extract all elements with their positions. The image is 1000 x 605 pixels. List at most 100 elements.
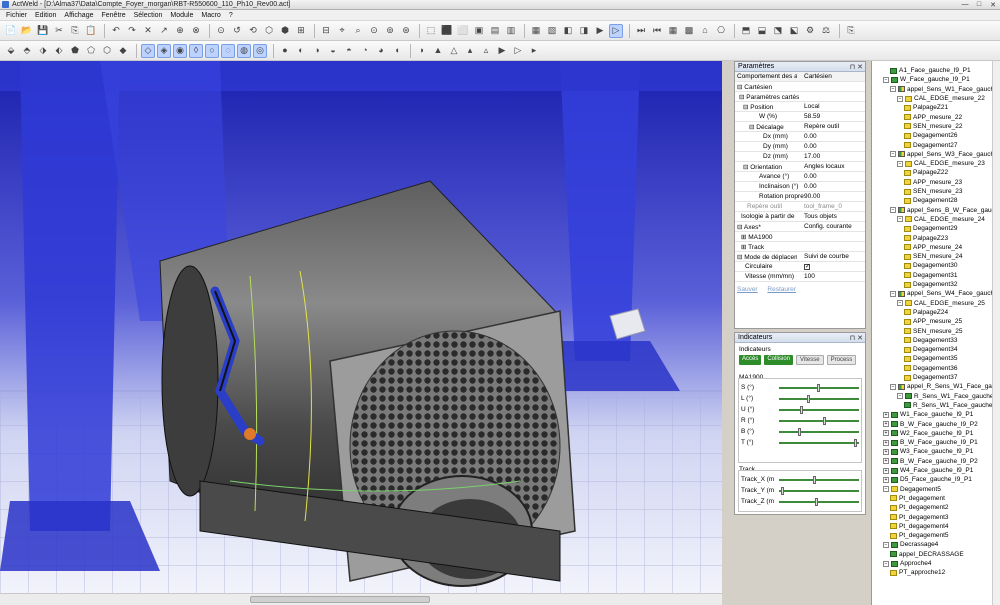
axis-slider-knob[interactable] — [815, 498, 818, 506]
property-value[interactable]: Repère outil — [804, 123, 839, 130]
indicator-button[interactable]: Collision — [764, 355, 794, 365]
toolbar-button-icon[interactable]: ⬢ — [278, 24, 292, 38]
tree-item[interactable]: APP_mesure_24 — [904, 243, 962, 252]
toolbar-button-icon[interactable]: ◖ — [390, 44, 404, 58]
toolbar-button-icon[interactable]: ⌖ — [335, 24, 349, 38]
property-value[interactable]: 90.00 — [804, 193, 820, 200]
toolbar-button-icon[interactable]: ◍ — [237, 43, 251, 58]
collapse-icon[interactable]: − — [890, 290, 896, 297]
toolbar-button-icon[interactable]: ▸ — [527, 44, 541, 58]
toolbar-button-icon[interactable]: ▷ — [511, 44, 525, 58]
tree-item[interactable]: SEN_mesure_23 — [904, 187, 963, 196]
axis-slider-knob[interactable] — [798, 428, 802, 436]
tree-item[interactable]: APP_mesure_22 — [904, 113, 962, 122]
save-link[interactable]: Sauver — [737, 286, 758, 293]
tree-item[interactable]: Pt_degagement2 — [890, 503, 949, 512]
toolbar-button-icon[interactable]: ○ — [205, 43, 219, 58]
toolbar-button-icon[interactable]: ⎘ — [844, 24, 858, 38]
toolbar-button-icon[interactable]: ⬡ — [100, 44, 114, 58]
toolbar-button-icon[interactable]: ▧ — [545, 24, 559, 38]
toolbar-button-icon[interactable]: ▥ — [504, 24, 518, 38]
close-button[interactable]: ✕ — [986, 0, 1000, 9]
toolbar-button-icon[interactable]: ✂ — [52, 24, 66, 38]
toolbar-button-icon[interactable]: 💾 — [36, 24, 50, 38]
tree-item[interactable]: − W_Face_gauche_I9_P1 — [883, 75, 970, 84]
axis-slider-knob[interactable] — [812, 476, 816, 484]
expand-icon[interactable]: + — [883, 439, 889, 446]
minimize-button[interactable]: — — [958, 0, 972, 9]
menu-item[interactable]: Fichier — [6, 12, 27, 19]
tree-item[interactable]: appel_DECRASSAGE — [890, 550, 964, 559]
tree-item[interactable]: − appel_Sens_W3_Face_gauche — [890, 150, 998, 159]
menu-item[interactable]: Sélection — [134, 12, 163, 19]
property-row[interactable]: ⊞ Track — [735, 242, 865, 252]
menu-item[interactable]: Fenêtre — [101, 12, 125, 19]
toolbar-button-icon[interactable]: △ — [447, 44, 461, 58]
toolbar-button-icon[interactable]: ◎ — [253, 43, 267, 58]
tree-item[interactable]: − CAL_EDGE_mesure_23 — [897, 159, 985, 168]
toolbar-button-icon[interactable]: ◌ — [221, 43, 235, 58]
tree-item[interactable]: − Decrassage4 — [883, 540, 938, 549]
tree-item[interactable]: Pt_degagement — [890, 494, 945, 503]
toolbar-button-icon[interactable]: ⬕ — [787, 24, 801, 38]
property-value[interactable]: 0.00 — [804, 143, 817, 150]
expand-icon[interactable]: + — [883, 467, 889, 474]
axis-slider-knob[interactable] — [817, 384, 821, 392]
tree-item[interactable]: Degagement35 — [904, 354, 957, 363]
property-row[interactable]: Comportement des axes Cartésien — [735, 72, 865, 82]
tree-item[interactable]: SEN_mesure_24 — [904, 252, 963, 261]
collapse-icon[interactable]: − — [890, 86, 896, 93]
tree-scrollbar[interactable] — [992, 61, 1000, 605]
toolbar-button-icon[interactable]: ▲ — [431, 44, 445, 58]
tree-item[interactable]: Degagement30 — [904, 261, 957, 270]
viewport-horizontal-scrollbar[interactable] — [0, 593, 722, 605]
property-value[interactable]: tool_frame_0 — [804, 203, 842, 210]
property-value[interactable]: 100 — [804, 273, 815, 280]
property-row[interactable]: ⊟ Position Local — [735, 102, 865, 112]
toolbar-button-icon[interactable]: 📄 — [4, 24, 18, 38]
tree-item[interactable]: − appel_Sens_W4_Face_gauche — [890, 289, 998, 298]
tree-item[interactable]: − CAL_EDGE_mesure_25 — [897, 299, 985, 308]
toolbar-button-icon[interactable]: ⬚ — [424, 24, 438, 38]
tree-item[interactable]: − appel_R_Sens_W1_Face_gauche — [890, 382, 1000, 391]
collapse-icon[interactable]: − — [897, 160, 903, 167]
tree-item[interactable]: Degagement31 — [904, 271, 957, 280]
toolbar-button-icon[interactable]: ⬙ — [4, 44, 18, 58]
property-value[interactable]: 0.00 — [804, 173, 817, 180]
property-row[interactable]: Isologie à partir de Tous objets — [735, 212, 865, 222]
circular-checkbox[interactable]: ✓ — [804, 264, 810, 270]
toolbar-button-icon[interactable]: ◈ — [157, 43, 171, 58]
pin-close-icon[interactable]: ⊓ ✕ — [850, 63, 863, 71]
property-row[interactable]: ⊟ Orientation Angles locaux — [735, 162, 865, 172]
property-row[interactable]: Dy (mm) 0.00 — [735, 142, 865, 152]
toolbar-button-icon[interactable]: ▩ — [682, 24, 696, 38]
property-value[interactable]: Local — [804, 103, 820, 110]
tree-item[interactable]: Degagement26 — [904, 131, 957, 140]
toolbar-button-icon[interactable]: ⊙ — [367, 24, 381, 38]
toolbar-button-icon[interactable]: ⎘ — [68, 24, 82, 38]
toolbar-button-icon[interactable]: ⬟ — [68, 44, 82, 58]
toolbar-button-icon[interactable]: 📋 — [84, 24, 98, 38]
toolbar-button-icon[interactable]: ◇ — [141, 43, 155, 58]
property-value[interactable]: 0.00 — [804, 183, 817, 190]
toolbar-button-icon[interactable]: ▷ — [609, 23, 623, 38]
property-value[interactable]: 0.00 — [804, 133, 817, 140]
toolbar-button-icon[interactable]: ⬖ — [52, 44, 66, 58]
tree-item[interactable]: − appel_Sens_W1_Face_gauche — [890, 85, 998, 94]
toolbar-button-icon[interactable]: ⬔ — [771, 24, 785, 38]
axis-slider-knob[interactable] — [780, 487, 784, 495]
toolbar-button-icon[interactable]: 📂 — [20, 24, 34, 38]
tree-item[interactable]: Degagement29 — [904, 224, 957, 233]
scrollbar-thumb[interactable] — [250, 596, 430, 603]
collapse-icon[interactable]: − — [883, 76, 889, 83]
tree-item[interactable]: APP_mesure_23 — [904, 178, 962, 187]
expand-icon[interactable]: + — [883, 458, 889, 465]
toolbar-button-icon[interactable]: ⬒ — [739, 24, 753, 38]
tree-item[interactable]: Degagement34 — [904, 345, 957, 354]
tree-item[interactable]: Degagement33 — [904, 336, 957, 345]
property-value[interactable]: 58.59 — [804, 113, 820, 120]
property-row[interactable]: ⊟ Mode de déplacement Suivi de courbe — [735, 252, 865, 262]
toolbar-button-icon[interactable]: ⊛ — [399, 24, 413, 38]
tree-item[interactable]: Pt_degagement3 — [890, 512, 949, 521]
toolbar-button-icon[interactable]: ⎔ — [714, 24, 728, 38]
